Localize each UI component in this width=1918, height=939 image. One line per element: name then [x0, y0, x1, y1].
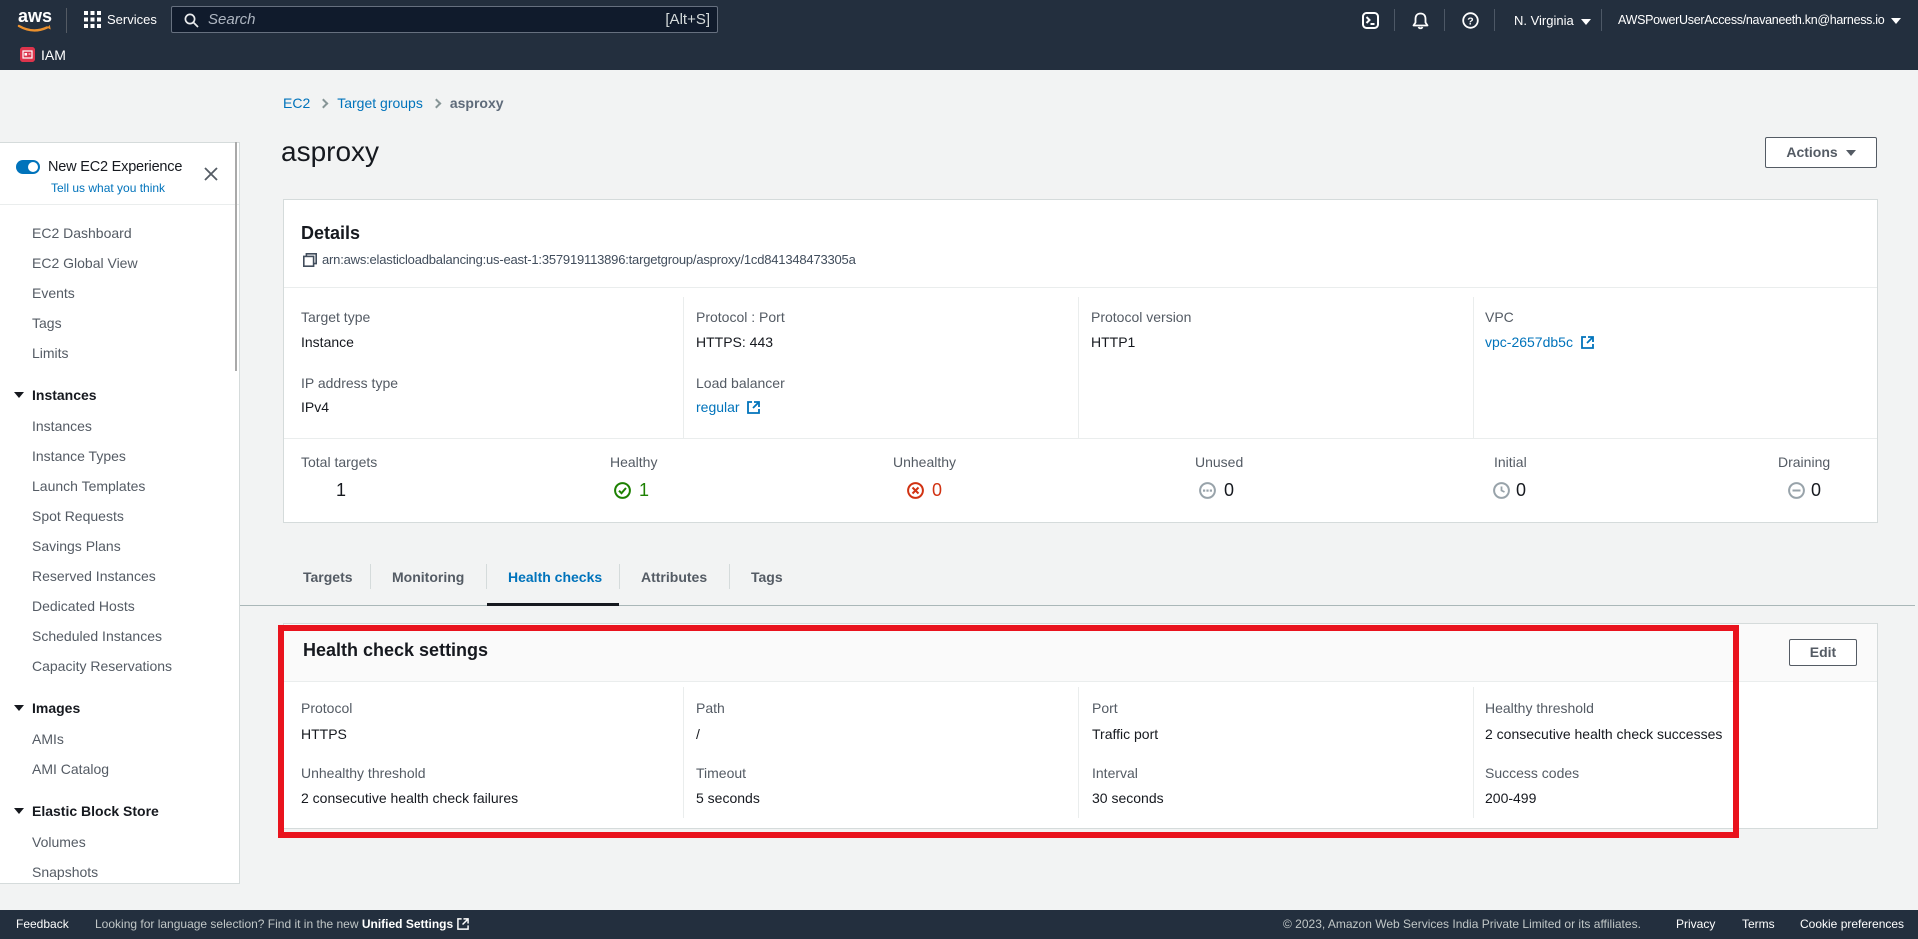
svg-text:aws: aws — [18, 7, 52, 26]
svg-text:?: ? — [1467, 15, 1473, 27]
